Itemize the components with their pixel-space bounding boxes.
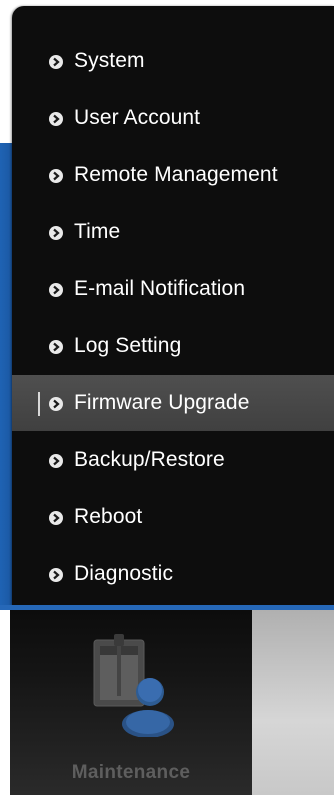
chevron-right-icon	[49, 397, 63, 411]
menu-item-label: Time	[74, 220, 121, 243]
menu-item-user-account[interactable]: User Account	[12, 90, 334, 146]
menu-item-firmware-upgrade[interactable]: Firmware Upgrade	[12, 375, 334, 431]
chevron-right-icon	[49, 340, 63, 354]
menu-item-log-setting[interactable]: Log Setting	[12, 318, 334, 374]
menu-item-label: Diagnostic	[74, 562, 174, 585]
chevron-right-icon	[49, 226, 63, 240]
maintenance-icon	[90, 632, 180, 742]
menu-item-time[interactable]: Time	[12, 204, 334, 260]
menu-item-label: Remote Management	[74, 163, 278, 186]
tab-adjacent[interactable]	[252, 610, 334, 795]
chevron-right-icon	[49, 454, 63, 468]
tab-maintenance[interactable]: Maintenance	[10, 610, 252, 795]
chevron-right-icon	[49, 568, 63, 582]
menu-item-email-notification[interactable]: E-mail Notification	[12, 261, 334, 317]
menu-item-label: Backup/Restore	[74, 448, 225, 471]
chevron-right-icon	[49, 283, 63, 297]
chevron-right-icon	[49, 511, 63, 525]
chevron-right-icon	[49, 55, 63, 69]
menu-item-label: E-mail Notification	[74, 277, 246, 300]
menu-item-backup-restore[interactable]: Backup/Restore	[12, 432, 334, 488]
menu-item-label: Firmware Upgrade	[74, 391, 250, 414]
menu-item-remote-management[interactable]: Remote Management	[12, 147, 334, 203]
bottom-tab-bar: Maintenance	[0, 610, 334, 795]
maintenance-submenu: System User Account Remote Management Ti…	[12, 6, 334, 606]
menu-item-label: System	[74, 49, 145, 72]
tab-maintenance-label: Maintenance	[71, 762, 191, 783]
active-indicator	[38, 392, 40, 416]
menu-item-label: User Account	[74, 106, 201, 129]
chevron-right-icon	[49, 169, 63, 183]
menu-item-reboot[interactable]: Reboot	[12, 489, 334, 545]
menu-item-label: Reboot	[74, 505, 143, 528]
menu-item-label: Log Setting	[74, 334, 182, 357]
menu-item-diagnostic[interactable]: Diagnostic	[12, 546, 334, 602]
menu-item-system[interactable]: System	[12, 33, 334, 89]
chevron-right-icon	[49, 112, 63, 126]
